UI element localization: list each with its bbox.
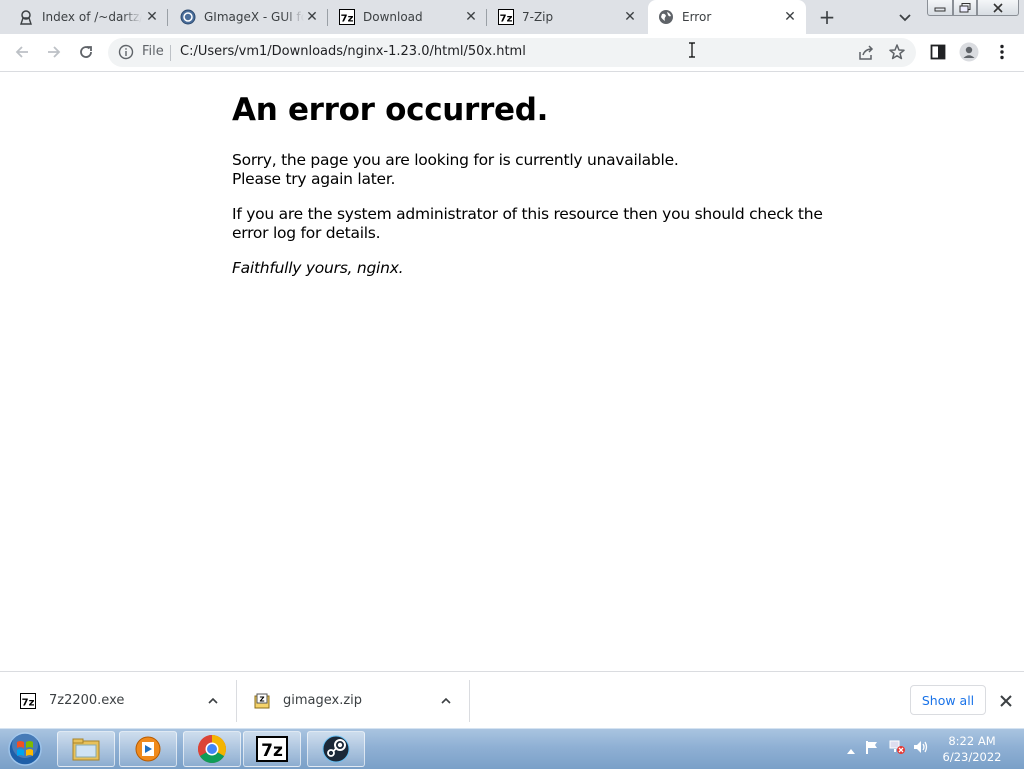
chevron-up-icon[interactable] [439, 693, 453, 707]
steam-icon [322, 735, 350, 763]
close-icon[interactable]: ✕ [622, 9, 638, 25]
svg-text:7z: 7z [22, 697, 35, 708]
7z-icon: 7z [20, 692, 36, 709]
media-player-taskbar-button[interactable] [119, 731, 177, 767]
folder-icon [72, 738, 100, 761]
chrome-icon [198, 735, 226, 763]
download-filename: gimagex.zip [283, 693, 363, 708]
globe-icon [658, 9, 674, 25]
chevron-up-icon[interactable] [206, 693, 220, 707]
tab-label: 7-Zip [522, 10, 554, 24]
forward-arrow-icon[interactable] [44, 42, 64, 62]
system-clock[interactable]: 8:22 AM 6/23/2022 [930, 733, 1014, 765]
admin-message-line: error log for details. [232, 224, 381, 242]
7zip-taskbar-button[interactable]: 7z [243, 731, 301, 767]
tab-gimagex[interactable]: GImageX - GUI fo ✕ [170, 0, 328, 34]
restore-button[interactable] [953, 0, 977, 16]
svg-text:7z: 7z [341, 14, 354, 25]
bookmark-star-icon[interactable] [888, 43, 906, 61]
download-item[interactable]: Z gimagex.zip [234, 672, 468, 729]
tab-strip: Index of /~dartz/i ✕ GImageX - GUI fo ✕ … [0, 0, 1024, 34]
tab-download[interactable]: 7z Download ✕ [329, 0, 487, 34]
show-all-button[interactable]: Show all [910, 685, 986, 715]
share-icon[interactable] [857, 44, 875, 62]
system-tray [840, 729, 936, 769]
back-arrow-icon[interactable] [12, 42, 32, 62]
steam-taskbar-button[interactable] [307, 731, 365, 767]
close-icon[interactable]: ✕ [144, 9, 160, 25]
tab-7zip[interactable]: 7z 7-Zip ✕ [488, 0, 646, 34]
divider [170, 45, 171, 61]
signature: Faithfully yours, nginx. [232, 259, 404, 277]
tab-index[interactable]: Index of /~dartz/i ✕ [8, 0, 168, 34]
chevron-down-icon[interactable] [896, 8, 914, 26]
page-title: An error occurred. [232, 92, 549, 128]
kebab-menu-icon[interactable] [992, 42, 1012, 62]
action-center-flag-icon[interactable] [864, 739, 888, 759]
svg-text:7z: 7z [500, 14, 513, 25]
admin-message-line: If you are the system administrator of t… [232, 205, 823, 223]
divider [469, 680, 470, 722]
7z-icon: 7z [339, 9, 355, 25]
7z-icon: 7z [498, 9, 514, 25]
address-bar[interactable]: File C:/Users/vm1/Downloads/nginx-1.23.0… [108, 38, 916, 67]
profile-avatar-icon[interactable] [959, 42, 979, 62]
download-item[interactable]: 7z 7z2200.exe [0, 672, 236, 729]
info-icon[interactable] [118, 44, 134, 60]
close-icon[interactable]: ✕ [304, 9, 320, 25]
scheme-label: File [142, 44, 164, 59]
windows-taskbar: 7z 8:22 AM 6/23/2022 [0, 728, 1024, 769]
close-window-button[interactable] [977, 0, 1019, 16]
clock-date: 6/23/2022 [942, 750, 1002, 764]
close-icon[interactable] [999, 693, 1013, 707]
download-filename: 7z2200.exe [49, 693, 125, 708]
text-cursor-icon [688, 42, 696, 58]
zip-archive-icon: Z [254, 693, 270, 709]
7z-icon: 7z [256, 736, 288, 762]
new-tab-button[interactable]: + [816, 7, 838, 29]
svg-text:Z: Z [259, 695, 264, 703]
start-button[interactable] [6, 731, 44, 767]
tab-label: GImageX - GUI fo [204, 10, 304, 24]
page-icon [18, 9, 34, 25]
error-page: An error occurred. Sorry, the page you a… [232, 92, 832, 278]
error-message-line: Please try again later. [232, 170, 396, 188]
tab-label: Index of /~dartz/i [42, 10, 142, 24]
error-message-line: Sorry, the page you are looking for is c… [232, 151, 679, 169]
url-text[interactable]: C:/Users/vm1/Downloads/nginx-1.23.0/html… [180, 44, 526, 59]
window-controls [927, 0, 1019, 18]
side-panel-icon[interactable] [928, 42, 948, 62]
tab-error[interactable]: Error ✕ [648, 0, 806, 34]
gimagex-icon [180, 9, 196, 25]
explorer-taskbar-button[interactable] [57, 731, 115, 767]
chrome-taskbar-button[interactable] [183, 731, 241, 767]
tab-label: Download [363, 10, 423, 24]
media-player-icon [135, 736, 161, 762]
network-icon[interactable] [888, 739, 912, 759]
browser-toolbar: File C:/Users/vm1/Downloads/nginx-1.23.0… [0, 34, 1024, 72]
close-icon[interactable]: ✕ [782, 9, 798, 25]
tab-label: Error [682, 10, 712, 24]
reload-icon[interactable] [76, 42, 96, 62]
close-icon[interactable]: ✕ [463, 9, 479, 25]
minimize-button[interactable] [927, 0, 953, 16]
download-shelf: 7z 7z2200.exe Z gimagex.zip Show all [0, 671, 1024, 729]
clock-time: 8:22 AM [948, 734, 996, 748]
svg-text:7z: 7z [261, 741, 283, 761]
show-hidden-icons-icon[interactable] [846, 740, 860, 759]
